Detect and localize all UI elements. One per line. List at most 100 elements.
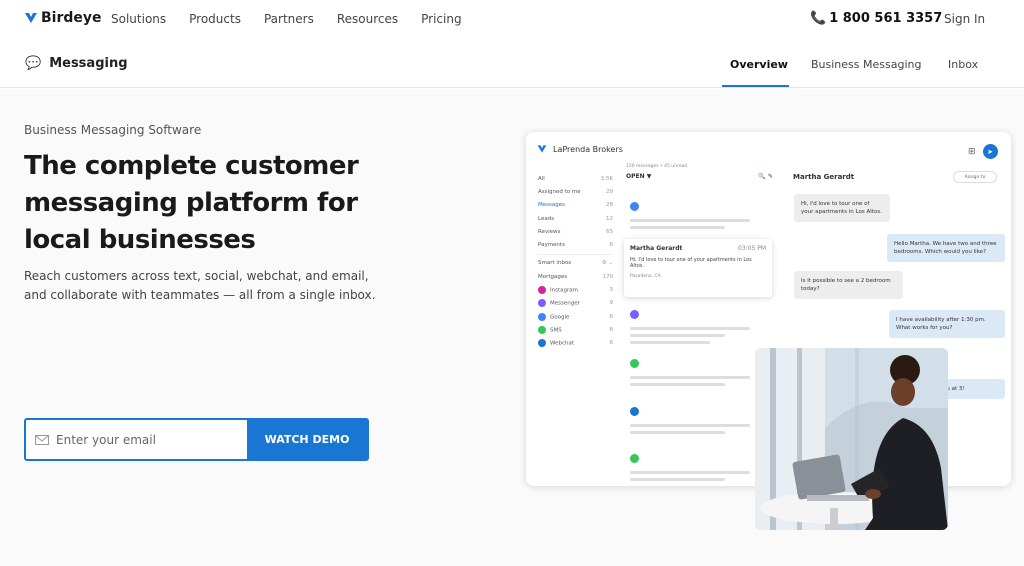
phone-icon: 📞: [810, 11, 827, 26]
message-time: 03:05 PM: [738, 245, 766, 252]
channel-instagram[interactable]: Instagram 3: [538, 283, 613, 296]
watch-demo-button[interactable]: WATCH DEMO: [247, 420, 367, 459]
sidebar-item-count: 65: [606, 228, 613, 235]
channel-label: Messenger: [550, 300, 580, 307]
assign-label: Assign to: [964, 174, 986, 180]
list-item[interactable]: [630, 401, 770, 434]
list-item[interactable]: [630, 304, 770, 344]
nav-products[interactable]: Products: [189, 12, 241, 26]
sidebar-item-payments[interactable]: Payments 6: [538, 238, 613, 251]
sidebar-item-assigned[interactable]: Assigned to me 29: [538, 185, 613, 198]
tab-overview[interactable]: Overview: [730, 58, 788, 71]
placeholder-line: [630, 341, 710, 344]
placeholder-line: [630, 334, 725, 337]
channel-count: 6: [609, 340, 614, 347]
birdeye-bird-icon: [25, 13, 37, 23]
sidebar-item-count: 12: [606, 215, 613, 222]
channel-label: Webchat: [550, 340, 575, 347]
sidebar-item-messages[interactable]: Messages 28: [538, 199, 613, 212]
sidebar-item-label: All: [538, 175, 545, 182]
product-title: 💬 Messaging: [25, 56, 128, 71]
messenger-icon: [538, 299, 546, 308]
sidebar-item-all[interactable]: All 3.5K: [538, 172, 613, 185]
instagram-icon: [538, 286, 546, 295]
nav-pricing[interactable]: Pricing: [421, 12, 461, 26]
envelope-icon: [35, 434, 49, 445]
inbox-sidebar: All 3.5K Assigned to me 29 Messages 28 Lead…: [538, 172, 613, 350]
list-item[interactable]: [630, 353, 770, 386]
sidebar-item-label: Mortgages: [538, 273, 568, 280]
sidebar-item-count: 3.5K: [600, 175, 613, 182]
sidebar-item-label: Assigned to me: [538, 188, 581, 195]
birdeye-logo[interactable]: Birdeye: [24, 10, 102, 26]
channel-webchat[interactable]: Webchat 6: [538, 337, 613, 350]
sidebar-item-label: Messages: [538, 202, 565, 209]
assign-dropdown[interactable]: Assign to: [953, 171, 997, 183]
sms-icon: [630, 454, 639, 463]
message-bubble-outgoing: Hello Martha. We have two and three bedr…: [887, 234, 1005, 262]
placeholder-line: [630, 471, 750, 474]
logo-text: Birdeye: [41, 10, 102, 26]
list-item[interactable]: [630, 196, 770, 229]
conversation-preview-popup[interactable]: Martha Gerardt 03:05 PM Hi, I'd love to t…: [624, 239, 772, 297]
phone-link[interactable]: 📞 1 800 561 3357: [810, 11, 942, 26]
webchat-icon: [630, 407, 639, 416]
tab-inbox[interactable]: Inbox: [948, 58, 978, 71]
search-compose-icons[interactable]: 🔍 ✎: [758, 173, 773, 180]
hero-headline: The complete customer messaging platform…: [24, 151, 359, 255]
email-field[interactable]: Enter your email: [26, 420, 247, 459]
grid-icon[interactable]: ⊞: [968, 147, 976, 157]
birdeye-bird-icon: [537, 145, 547, 153]
message-count: 150 messages • 45 unread: [626, 164, 688, 169]
channel-label: Google: [550, 314, 570, 321]
product-subnav: 💬 Messaging Overview Business Messaging …: [0, 44, 1024, 88]
product-title-text: Messaging: [49, 56, 128, 71]
hero-subcopy: Reach customers across text, social, web…: [24, 269, 376, 302]
channel-sms[interactable]: SMS 8: [538, 323, 613, 336]
chat-contact-name: Martha Gerardt: [793, 173, 855, 181]
sidebar-item-label: Payments: [538, 242, 565, 249]
nav-partners[interactable]: Partners: [264, 12, 314, 26]
list-item[interactable]: [630, 448, 770, 481]
channel-messenger[interactable]: Messenger 9: [538, 297, 613, 310]
chat-bubble-icon: 💬: [25, 56, 42, 71]
sms-icon: [630, 359, 639, 368]
placeholder-line: [630, 327, 750, 330]
mockup-header: LaPrenda Brokers: [537, 144, 623, 154]
channel-google[interactable]: Google 6: [538, 310, 613, 323]
nav-solutions[interactable]: Solutions: [111, 12, 166, 26]
sidebar-divider: [538, 253, 613, 255]
open-filter-dropdown[interactable]: OPEN ▼: [626, 173, 651, 180]
phone-number: 1 800 561 3357: [829, 11, 943, 26]
send-icon[interactable]: ➤: [982, 144, 998, 159]
placeholder-line: [630, 424, 750, 427]
tab-business-messaging[interactable]: Business Messaging: [811, 58, 921, 71]
nav-resources[interactable]: Resources: [337, 12, 398, 26]
placeholder-line: [630, 478, 725, 481]
webchat-icon: [538, 339, 546, 348]
sidebar-item-reviews[interactable]: Reviews 65: [538, 225, 613, 238]
woman-at-laptop-photo: [755, 348, 948, 530]
preview-text: Hi, I'd love to tour one of your apartme…: [630, 257, 752, 269]
contact-name: Martha Gerardt: [630, 245, 683, 252]
google-icon: [538, 312, 546, 321]
filter-label: OPEN: [626, 173, 645, 180]
top-navigation: Birdeye Solutions Products Partners Reso…: [0, 0, 1024, 40]
business-name: LaPrenda Brokers: [553, 144, 623, 154]
channel-count: 8: [609, 326, 614, 333]
channel-count: 9: [609, 300, 614, 307]
sidebar-item-leads[interactable]: Leads 12: [538, 212, 613, 225]
sidebar-item-label: Leads: [538, 215, 555, 222]
google-icon: [630, 202, 639, 211]
filter-row: OPEN ▼ 🔍 ✎: [626, 173, 773, 180]
sign-in-link[interactable]: Sign In: [944, 12, 985, 26]
email-placeholder: Enter your email: [56, 432, 156, 447]
smart-inbox-header[interactable]: Smart inbox ⚙ ⌄: [538, 257, 613, 270]
conversation-list: 150 messages • 45 unread OPEN ▼ 🔍 ✎: [626, 164, 773, 486]
sidebar-item-mortgages[interactable]: Mortgages 170: [538, 270, 613, 283]
placeholder-line: [630, 219, 750, 222]
contact-location: Pasadena, CA: [630, 274, 661, 279]
sidebar-item-label: Reviews: [538, 228, 561, 235]
message-bubble-incoming: Is it possible to see a 2 bedroom today?: [794, 271, 903, 299]
placeholder-line: [630, 383, 725, 386]
